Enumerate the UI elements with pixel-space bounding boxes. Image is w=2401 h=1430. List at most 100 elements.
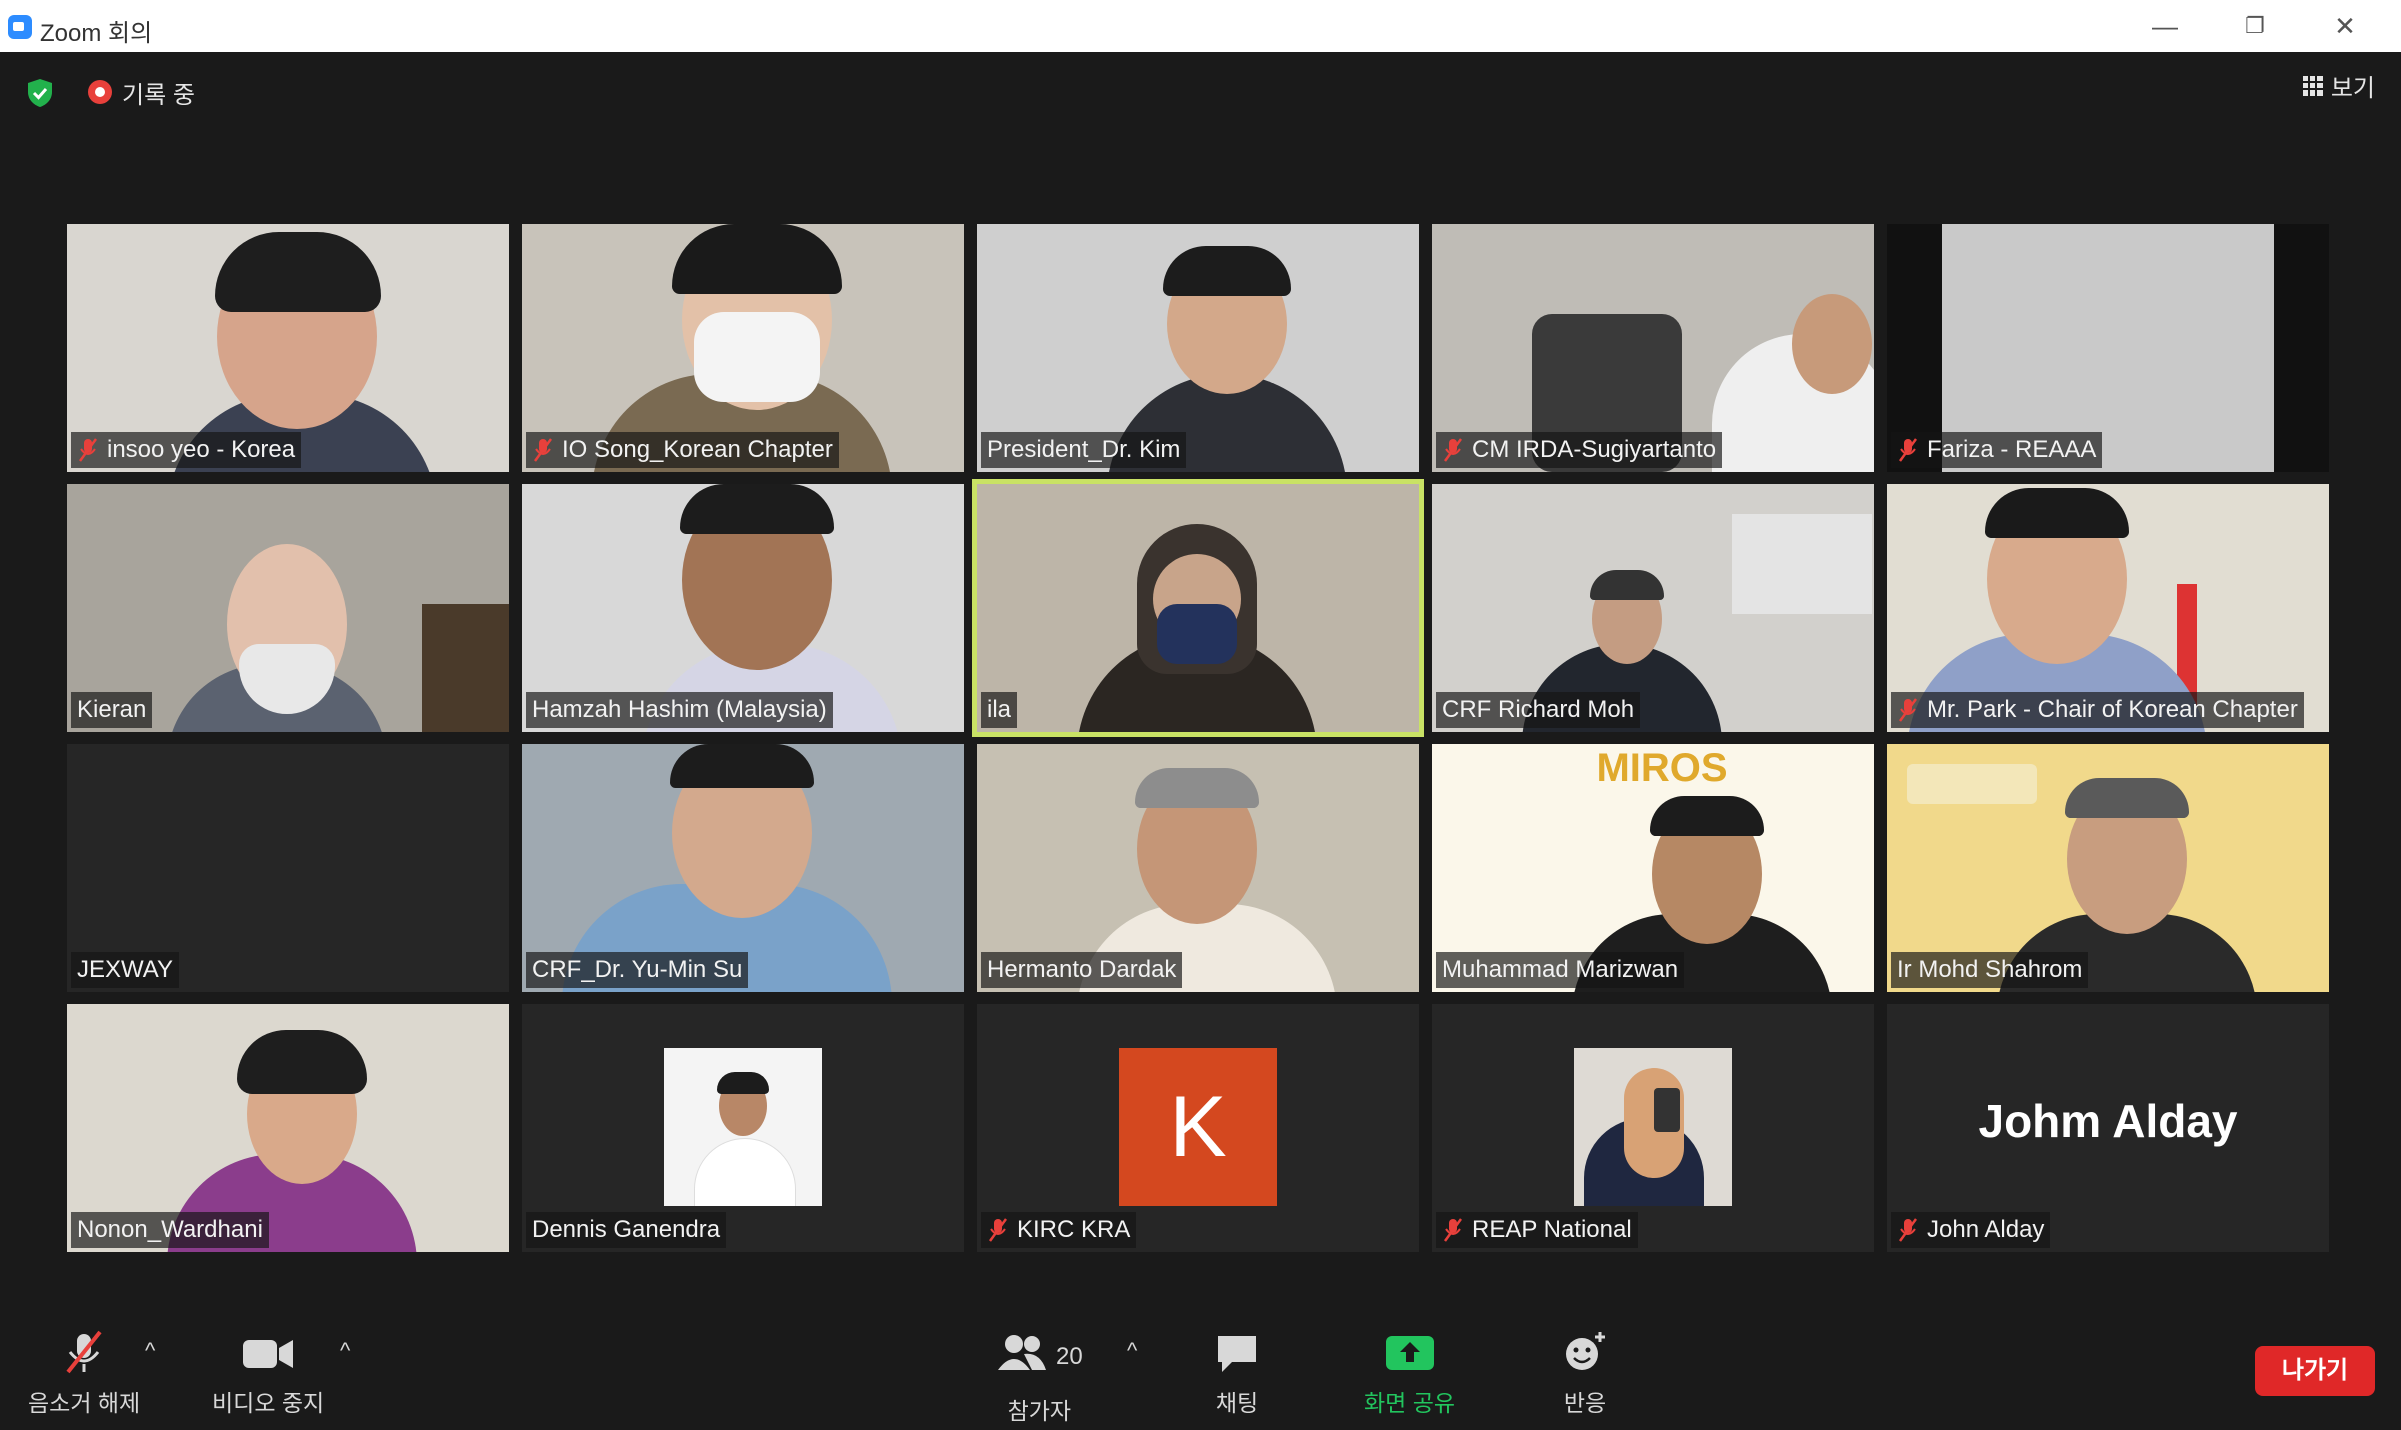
close-button[interactable]: ✕ xyxy=(2315,6,2375,46)
mic-muted-icon xyxy=(1443,438,1463,462)
video-options-caret-icon[interactable]: ^ xyxy=(340,1338,350,1364)
mic-muted-icon xyxy=(66,1330,102,1374)
chat-label: 채팅 xyxy=(1215,1390,1259,1416)
video-tile[interactable]: K KIRC KRA xyxy=(977,1004,1419,1252)
participant-name-tag: Hermanto Dardak xyxy=(981,952,1183,988)
video-tile[interactable]: JEXWAY xyxy=(67,744,509,992)
recording-dot-icon xyxy=(88,80,112,104)
video-tile[interactable]: CRF_Dr. Yu-Min Su xyxy=(522,744,964,992)
video-tile[interactable]: Mr. Park - Chair of Korean Chapter xyxy=(1887,484,2329,732)
participant-name-tag: Kieran xyxy=(71,692,153,728)
video-tile[interactable]: Nonon_Wardhani xyxy=(67,1004,509,1252)
grid-view-icon xyxy=(2302,75,2323,96)
view-label: 보기 xyxy=(2330,75,2375,102)
audio-options-caret-icon[interactable]: ^ xyxy=(145,1338,155,1364)
participant-name-tag: JEXWAY xyxy=(71,952,180,988)
participant-name: CRF_Dr. Yu-Min Su xyxy=(532,956,743,983)
video-tile[interactable]: insoo yeo - Korea xyxy=(67,224,509,472)
meeting-stage: 기록 중 보기 insoo yeo - Korea IO Song_Korean… xyxy=(0,52,2401,1430)
participant-name: IO Song_Korean Chapter xyxy=(562,436,833,463)
participant-name-tag: KIRC KRA xyxy=(981,1212,1137,1248)
video-camera-icon xyxy=(243,1340,294,1368)
video-tile[interactable]: REAP National xyxy=(1432,1004,1874,1252)
video-tile[interactable]: CRF Richard Moh xyxy=(1432,484,1874,732)
participant-name-tag: CRF Richard Moh xyxy=(1436,692,1641,728)
reactions-label: 반응 xyxy=(1563,1390,1607,1416)
profile-photo xyxy=(664,1048,822,1206)
mic-muted-icon xyxy=(1898,698,1918,722)
video-tile[interactable]: CM IRDA-Sugiyartanto xyxy=(1432,224,1874,472)
reaction-emoji-icon xyxy=(1566,1332,1605,1370)
profile-photo xyxy=(1574,1048,1732,1206)
title-bar: Zoom 회의 — ❐ ✕ xyxy=(0,0,2401,53)
unmute-button[interactable]: 음소거 해제 xyxy=(28,1330,140,1418)
video-tile[interactable]: President_Dr. Kim xyxy=(977,224,1419,472)
mic-muted-icon xyxy=(1898,438,1918,462)
video-tile[interactable]: Ir Mohd Shahrom xyxy=(1887,744,2329,992)
video-tile[interactable]: IO Song_Korean Chapter xyxy=(522,224,964,472)
participant-display-name: Johm Alday xyxy=(1978,1095,2238,1147)
participant-name-tag: CM IRDA-Sugiyartanto xyxy=(1436,432,1723,468)
participant-name: Muhammad Marizwan xyxy=(1442,956,1679,983)
chat-button[interactable]: 채팅 xyxy=(1214,1330,1260,1418)
meeting-toolbar: 음소거 해제 ^ 비디오 중지 ^ 20 참가자 ^ 채팅 화면 공유 반응 나… xyxy=(0,1300,2401,1430)
mic-muted-icon xyxy=(1443,1218,1463,1242)
video-tile[interactable]: MIROS Muhammad Marizwan xyxy=(1432,744,1874,992)
video-tile[interactable]: Hermanto Dardak xyxy=(977,744,1419,992)
window-title: Zoom 회의 xyxy=(40,20,153,47)
avatar: K xyxy=(1119,1048,1277,1206)
video-tile[interactable]: Hamzah Hashim (Malaysia) xyxy=(522,484,964,732)
participant-name-tag: Mr. Park - Chair of Korean Chapter xyxy=(1891,692,2304,728)
security-shield-icon[interactable] xyxy=(27,78,53,108)
stop-video-button[interactable]: 비디오 중지 xyxy=(212,1330,324,1418)
participant-name-tag: REAP National xyxy=(1436,1212,1638,1248)
participant-name-tag: insoo yeo - Korea xyxy=(71,432,302,468)
participant-name: Nonon_Wardhani xyxy=(77,1216,263,1243)
participant-name-tag: John Alday xyxy=(1891,1212,2051,1248)
minimize-button[interactable]: — xyxy=(2135,6,2195,46)
participant-name: REAP National xyxy=(1472,1216,1632,1243)
recording-indicator[interactable]: 기록 중 xyxy=(88,76,195,109)
mic-muted-icon xyxy=(1898,1218,1918,1242)
video-tile[interactable]: Johm Alday John Alday xyxy=(1887,1004,2329,1252)
mic-muted-icon xyxy=(988,1218,1008,1242)
participant-name-tag: Dennis Ganendra xyxy=(526,1212,727,1248)
participants-options-caret-icon[interactable]: ^ xyxy=(1127,1338,1137,1364)
participants-label: 참가자 xyxy=(1007,1398,1072,1424)
participant-name-tag: Nonon_Wardhani xyxy=(71,1212,269,1248)
participant-name: JEXWAY xyxy=(77,956,174,983)
participant-name: CM IRDA-Sugiyartanto xyxy=(1472,436,1717,463)
participant-name: Fariza - REAAA xyxy=(1927,436,2097,463)
video-tile[interactable]: Dennis Ganendra xyxy=(522,1004,964,1252)
participant-name: CRF Richard Moh xyxy=(1442,696,1635,723)
mic-muted-icon xyxy=(533,438,553,462)
participant-name: ila xyxy=(987,696,1012,723)
participant-name: Dennis Ganendra xyxy=(532,1216,721,1243)
video-tile[interactable]: Fariza - REAAA xyxy=(1887,224,2329,472)
participant-name-tag: ila xyxy=(981,692,1018,728)
share-screen-button[interactable]: 화면 공유 xyxy=(1364,1330,1455,1418)
reactions-button[interactable]: 반응 xyxy=(1562,1330,1608,1418)
unmute-label: 음소거 해제 xyxy=(28,1390,141,1416)
participant-name: KIRC KRA xyxy=(1017,1216,1131,1243)
participants-icon xyxy=(998,1335,1046,1370)
participant-name: insoo yeo - Korea xyxy=(107,436,296,463)
mic-muted-icon xyxy=(78,438,98,462)
stop-video-label: 비디오 중지 xyxy=(212,1390,325,1416)
participant-name: Ir Mohd Shahrom xyxy=(1897,956,2083,983)
restore-button[interactable]: ❐ xyxy=(2225,6,2285,46)
miros-background-logo: MIROS xyxy=(1596,746,1728,790)
leave-button[interactable]: 나가기 xyxy=(2255,1346,2375,1396)
participant-name-tag: CRF_Dr. Yu-Min Su xyxy=(526,952,749,988)
participant-name: Mr. Park - Chair of Korean Chapter xyxy=(1927,696,2298,723)
view-button[interactable]: 보기 xyxy=(2302,68,2375,103)
participant-name: John Alday xyxy=(1927,1216,2045,1243)
participant-name-tag: President_Dr. Kim xyxy=(981,432,1187,468)
video-tile-active-speaker[interactable]: ila xyxy=(972,479,1424,737)
share-screen-icon xyxy=(1385,1336,1434,1370)
share-screen-label: 화면 공유 xyxy=(1364,1390,1456,1416)
video-tile[interactable]: Kieran xyxy=(67,484,509,732)
participant-name-tag: Muhammad Marizwan xyxy=(1436,952,1685,988)
participants-button[interactable]: 20 참가자 xyxy=(996,1330,1083,1426)
participant-name: Hamzah Hashim (Malaysia) xyxy=(532,696,827,723)
